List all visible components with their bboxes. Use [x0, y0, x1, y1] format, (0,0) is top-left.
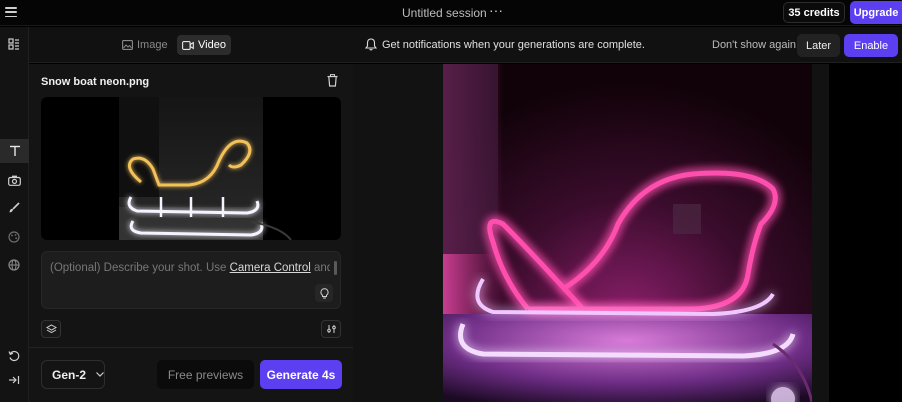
- output-viewer: [353, 64, 902, 402]
- generated-image[interactable]: [443, 64, 812, 402]
- session-title[interactable]: Untitled session: [402, 6, 487, 20]
- viewer-margin-right: [812, 64, 829, 402]
- bell-icon: [365, 38, 377, 51]
- credits-badge[interactable]: 35 credits: [783, 2, 845, 23]
- upgrade-button[interactable]: Upgrade: [850, 1, 902, 24]
- model-select[interactable]: Gen-2: [41, 360, 105, 389]
- file-name: Snow boat neon.png: [41, 76, 150, 88]
- tab-video-label: Video: [198, 39, 226, 51]
- prompt-scrollbar[interactable]: [334, 261, 337, 275]
- dont-show-again-link[interactable]: Don't show again: [712, 39, 796, 51]
- generate-bar: Gen-2 Free previews Generate 4s: [29, 347, 353, 402]
- camera-control-link[interactable]: Camera Control: [230, 262, 311, 274]
- chevron-down-icon: [96, 372, 104, 377]
- hamburger-menu-icon[interactable]: [5, 6, 17, 18]
- generate-button[interactable]: Generate 4s: [260, 360, 342, 389]
- palette-icon[interactable]: [5, 228, 23, 246]
- prompt-placeholder: (Optional) Describe your shot. Use Camer…: [50, 262, 330, 274]
- collapse-icon[interactable]: [5, 371, 23, 389]
- camera-icon[interactable]: [5, 171, 23, 189]
- free-previews-button[interactable]: Free previews: [157, 360, 254, 389]
- tab-image[interactable]: Image: [117, 35, 173, 55]
- mode-tabs: Image Video: [29, 27, 353, 63]
- notification-text: Get notifications when your generations …: [382, 39, 645, 51]
- lightbulb-icon[interactable]: [315, 284, 333, 302]
- model-select-label: Gen-2: [52, 367, 87, 382]
- prompt-input[interactable]: (Optional) Describe your shot. Use Camer…: [41, 251, 341, 309]
- top-bar: Untitled session ··· 35 credits Upgrade: [0, 0, 902, 26]
- tool-rail: [0, 27, 29, 402]
- text-tool-icon[interactable]: [0, 139, 29, 163]
- layers-icon[interactable]: [41, 320, 61, 338]
- notification-banner: Get notifications when your generations …: [353, 27, 902, 63]
- history-icon[interactable]: [5, 347, 23, 365]
- viewer-margin-left: [353, 64, 443, 402]
- source-image-preview[interactable]: [41, 97, 341, 240]
- editor-panel: Snow boat neon.png (Optional) Describe y…: [29, 64, 353, 402]
- session-more-icon[interactable]: ···: [489, 2, 503, 18]
- assets-icon[interactable]: [5, 35, 23, 53]
- tab-image-label: Image: [137, 39, 168, 51]
- brush-icon[interactable]: [5, 199, 23, 217]
- tab-video[interactable]: Video: [177, 35, 231, 55]
- image-icon: [122, 40, 133, 50]
- settings-sliders-icon[interactable]: [321, 320, 341, 338]
- enable-button[interactable]: Enable: [844, 34, 898, 57]
- trash-icon[interactable]: [327, 74, 341, 88]
- later-button[interactable]: Later: [797, 34, 840, 57]
- sphere-icon[interactable]: [5, 256, 23, 274]
- video-icon: [182, 40, 194, 50]
